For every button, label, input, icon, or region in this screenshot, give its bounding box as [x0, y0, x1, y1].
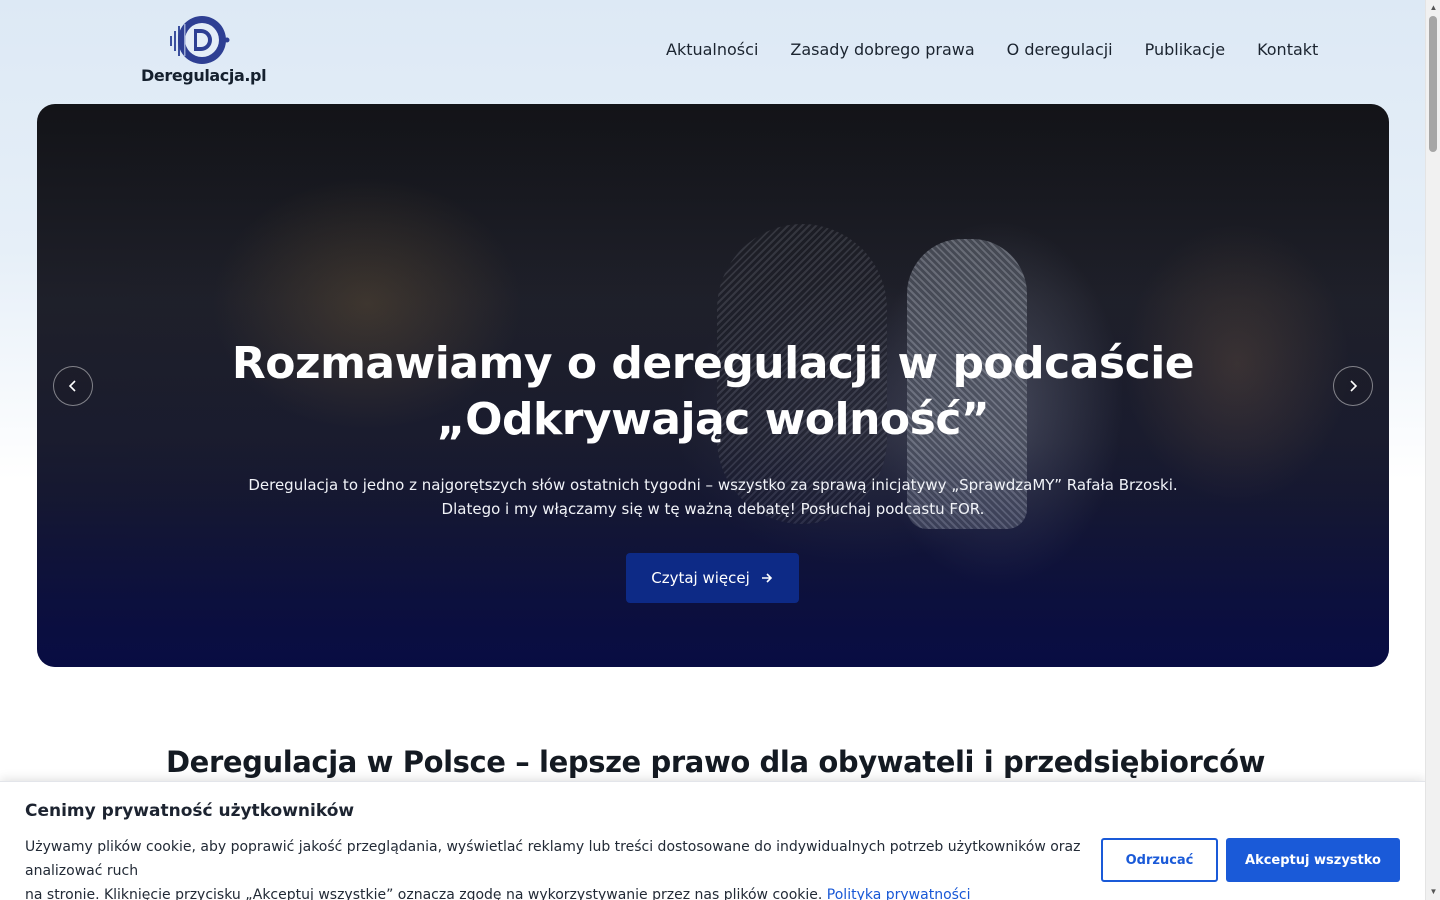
logo-text: Deregulacja.pl	[141, 66, 267, 85]
hero-description-line-2: Dlatego i my włączamy się w tę ważną deb…	[441, 500, 985, 518]
hero-description: Deregulacja to jedno z najgorętszych słó…	[37, 473, 1389, 521]
hero-title: Rozmawiamy o deregulacji w podcaście „Od…	[37, 336, 1389, 448]
hero-title-line-1: Rozmawiamy o deregulacji w podcaście	[231, 338, 1195, 389]
nav-item-o-deregulacji[interactable]: O deregulacji	[1007, 40, 1113, 59]
page: Deregulacja.pl Aktualności Zasady dobreg…	[0, 0, 1425, 900]
section-title: Deregulacja w Polsce – lepsze prawo dla …	[166, 745, 1266, 779]
hero-description-line-1: Deregulacja to jedno z najgorętszych słó…	[248, 476, 1178, 494]
cookie-text-line-2: na stronie. Kliknięcie przycisku „Akcept…	[25, 887, 823, 900]
scroll-up-arrow-icon[interactable]: ▲	[1429, 3, 1438, 12]
scroll-down-arrow-icon[interactable]: ▼	[1429, 887, 1438, 896]
d-circle-logo-icon	[170, 16, 230, 64]
cookie-text: Używamy plików cookie, aby poprawić jako…	[25, 835, 1095, 900]
reject-cookies-button[interactable]: Odrzucać	[1101, 838, 1218, 882]
read-more-button[interactable]: Czytaj więcej	[626, 553, 799, 603]
nav-item-zasady-dobrego-prawa[interactable]: Zasady dobrego prawa	[790, 40, 974, 59]
accept-all-cookies-button[interactable]: Akceptuj wszystko	[1226, 838, 1400, 882]
hero-title-line-2: „Odkrywając wolność”	[436, 394, 990, 445]
cookie-banner: Cenimy prywatność użytkowników Używamy p…	[0, 781, 1425, 900]
arrow-right-icon	[761, 573, 772, 583]
scrollbar-thumb[interactable]	[1429, 16, 1437, 152]
cookie-text-line-1: Używamy plików cookie, aby poprawić jako…	[25, 839, 1081, 879]
main-nav: Aktualności Zasady dobrego prawa O dereg…	[666, 40, 1318, 59]
nav-item-aktualnosci[interactable]: Aktualności	[666, 40, 758, 59]
read-more-label: Czytaj więcej	[651, 569, 750, 587]
hero-slider: Rozmawiamy o deregulacji w podcaście „Od…	[37, 104, 1389, 667]
site-header: Deregulacja.pl Aktualności Zasady dobreg…	[0, 0, 1425, 104]
privacy-policy-link[interactable]: Polityka prywatności	[827, 887, 971, 900]
nav-item-kontakt[interactable]: Kontakt	[1257, 40, 1318, 59]
logo-link[interactable]: Deregulacja.pl	[141, 14, 267, 90]
cookie-title: Cenimy prywatność użytkowników	[25, 801, 355, 821]
nav-item-publikacje[interactable]: Publikacje	[1145, 40, 1225, 59]
vertical-scrollbar[interactable]: ▲ ▼	[1425, 0, 1440, 900]
